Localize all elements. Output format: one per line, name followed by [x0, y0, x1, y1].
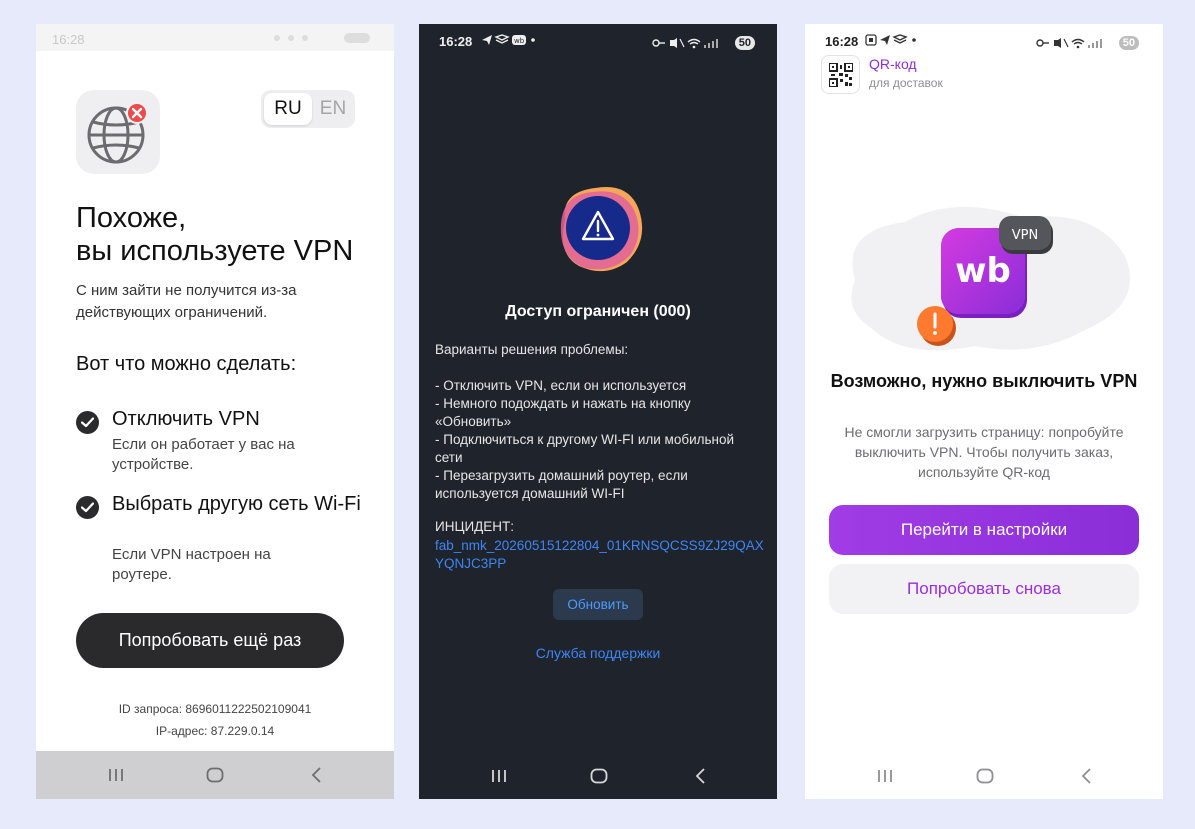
lang-ru-button[interactable]: RU: [264, 93, 312, 125]
incident-id-link[interactable]: fab_nmk_20260515122804_01KRNSQCSS9ZJ29QA…: [435, 537, 765, 573]
solution-step: - Перезагрузить домашний роутер, если ис…: [435, 468, 688, 501]
status-time: 16:28: [825, 34, 859, 49]
refresh-button[interactable]: Обновить: [553, 589, 643, 620]
status-icons: 50: [652, 34, 755, 52]
solution-intro: Варианты решения проблемы:: [435, 342, 629, 357]
incident-label: ИНЦИДЕНТ:: [435, 519, 515, 534]
title-line-2: вы используете VPN: [76, 235, 354, 267]
open-settings-button[interactable]: Перейти в настройки: [829, 505, 1139, 555]
check-circle-icon: [76, 411, 99, 434]
recent-apps-icon[interactable]: [108, 768, 124, 782]
solution-text: Варианты решения проблемы: - Отключить V…: [435, 341, 765, 503]
status-app-icons: [865, 34, 921, 49]
solution-step: - Отключить VPN, если он используется: [435, 378, 687, 393]
phone-wildberries-vpn-screen: 16:28 50 QR-код для доставок wb VPN Возм…: [805, 24, 1163, 799]
option-desc: Если он работает у вас на устройстве.: [112, 436, 295, 473]
phone-yandex-vpn-screen: 16:28 RU EN Похоже, вы используете VPN С…: [36, 24, 394, 799]
access-restricted-headline: Доступ ограничен (000): [505, 303, 691, 320]
language-switcher: RU EN: [261, 90, 355, 128]
home-icon[interactable]: [976, 768, 994, 784]
qr-code-icon[interactable]: [821, 55, 860, 94]
retry-button[interactable]: Попробовать ещё раз: [76, 613, 344, 668]
globe-blocked-icon: [76, 90, 160, 174]
vpn-illustration: wb VPN: [851, 206, 1130, 351]
home-icon[interactable]: [206, 767, 224, 783]
android-nav-bar: [36, 751, 394, 799]
recent-apps-icon[interactable]: [877, 769, 893, 783]
warning-icon: [551, 180, 647, 281]
status-icons: [274, 33, 374, 43]
ip-address: IP-адрес: 87.229.0.14: [155, 724, 275, 738]
page-subtitle: С ним зайти не получится из-за действующ…: [76, 282, 297, 321]
disable-vpn-body: Не смогли загрузить страницу: попробуйте…: [844, 424, 1124, 480]
vpn-badge: VPN: [1012, 228, 1038, 243]
check-circle-icon: [76, 496, 99, 519]
home-icon[interactable]: [590, 768, 608, 784]
battery-level: 50: [734, 35, 755, 50]
phone-access-restricted-screen: 16:28 wb 50 Доступ ограничен (000) Вариа…: [419, 24, 777, 799]
status-time: 16:28: [439, 34, 473, 49]
status-time: 16:28: [52, 32, 85, 47]
solution-step: - Подключиться к другому WI-FI или мобил…: [435, 432, 735, 465]
solution-step: - Немного подождать и нажать на кнопку «…: [435, 396, 691, 429]
option-title: Отключить VPN: [112, 408, 260, 430]
status-icons: 50: [1036, 34, 1139, 52]
title-line-1: Похоже,: [76, 202, 187, 234]
svg-text:wb: wb: [514, 37, 525, 45]
disable-vpn-headline: Возможно, нужно выключить VPN: [830, 371, 1138, 391]
back-icon[interactable]: [1080, 768, 1092, 784]
status-bar: 16:28: [36, 24, 394, 51]
back-icon[interactable]: [310, 767, 322, 783]
support-link[interactable]: Служба поддержки: [419, 645, 777, 661]
request-id: ID запроса: 8696011222502109041: [118, 702, 312, 716]
try-again-button[interactable]: Попробовать снова: [829, 564, 1139, 614]
wb-logo-text: wb: [955, 251, 1011, 291]
option-title: Выбрать другую сеть Wi-Fi: [112, 493, 361, 515]
qr-code-subtitle: для доставок: [869, 76, 943, 90]
back-icon[interactable]: [694, 768, 706, 784]
qr-code-link[interactable]: QR-код: [869, 56, 917, 72]
page-title: Похоже, вы используете VPN: [76, 202, 386, 268]
status-app-icons: wb: [481, 34, 549, 49]
section-title: Вот что можно сделать:: [76, 353, 297, 375]
battery-level: 50: [1118, 35, 1139, 50]
recent-apps-icon[interactable]: [491, 769, 507, 783]
lang-en-button[interactable]: EN: [313, 93, 353, 125]
option-desc: Если VPN настроен на роутере.: [112, 546, 271, 583]
